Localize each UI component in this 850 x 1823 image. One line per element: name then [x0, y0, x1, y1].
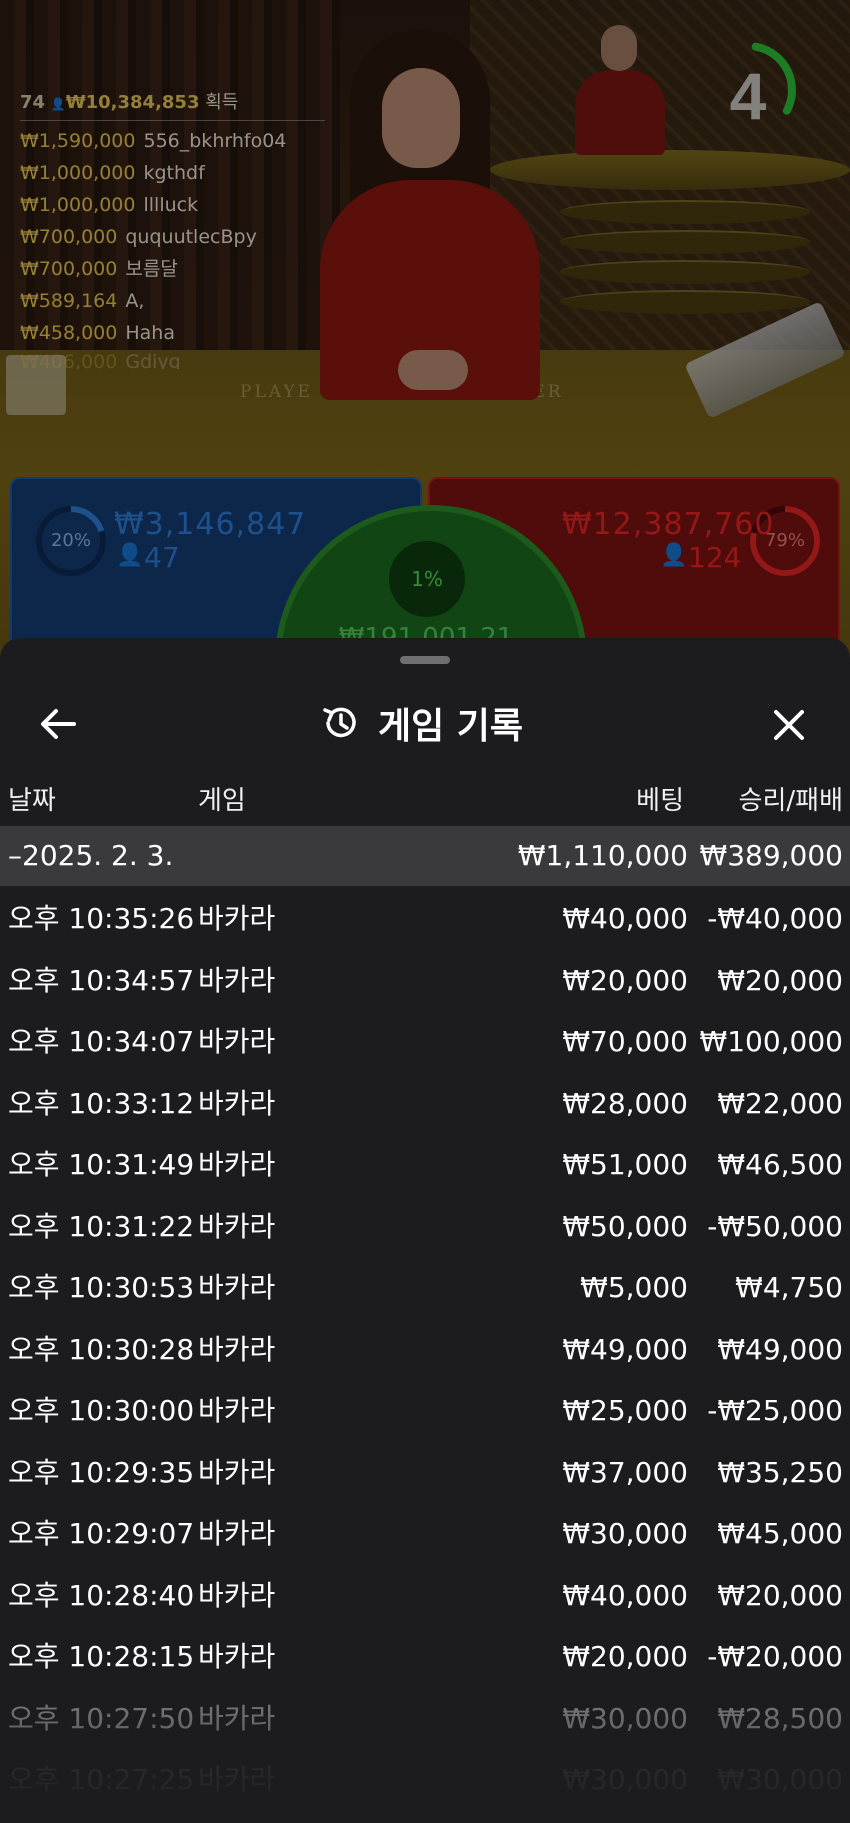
column-date: 날짜	[8, 786, 56, 816]
row-result: ₩30,000	[717, 1763, 843, 1796]
row-result: ₩4,750	[735, 1271, 843, 1304]
modal-overlay[interactable]	[0, 0, 850, 660]
row-game: 바카라	[198, 1394, 276, 1427]
row-bet: ₩51,000	[562, 1148, 688, 1181]
close-icon	[774, 710, 804, 740]
row-game: 바카라	[198, 1271, 276, 1304]
history-row[interactable]: 오후 10:30:00 바카라 ₩25,000 -₩25,000	[0, 1380, 850, 1442]
history-row[interactable]: 오후 10:27:50 바카라 ₩30,000 ₩28,500	[0, 1688, 850, 1750]
row-result: ₩20,000	[717, 1578, 843, 1612]
group-bet-total: ₩1,110,000	[517, 839, 688, 872]
row-time: 오후 10:29:35	[8, 1455, 195, 1489]
row-time: 오후 10:28:40	[8, 1578, 195, 1612]
row-time: 오후 10:31:49	[8, 1148, 195, 1181]
row-result: -₩20,000	[707, 1640, 843, 1673]
row-bet: ₩50,000	[562, 1209, 688, 1243]
row-time: 오후 10:30:00	[8, 1394, 195, 1427]
column-headers: 날짜 게임 베팅 승리/패배	[0, 780, 850, 820]
row-game: 바카라	[198, 1701, 276, 1735]
history-row[interactable]: 오후 10:35:26 바카라 ₩40,000 -₩40,000	[0, 888, 850, 950]
back-button[interactable]	[34, 702, 86, 746]
group-date: –2025. 2. 3.	[8, 839, 174, 872]
row-time: 오후 10:27:50	[8, 1701, 195, 1735]
history-row[interactable]: 오후 10:30:53 바카라 ₩5,000 ₩4,750	[0, 1257, 850, 1319]
column-result: 승리/패배	[738, 786, 843, 816]
history-row[interactable]: 오후 10:31:49 바카라 ₩51,000 ₩46,500	[0, 1134, 850, 1196]
row-result: ₩28,500	[717, 1701, 843, 1735]
history-row[interactable]: 오후 10:30:28 바카라 ₩49,000 ₩49,000	[0, 1319, 850, 1381]
row-time: 오후 10:30:53	[8, 1271, 195, 1304]
history-row[interactable]: 오후 10:28:40 바카라 ₩40,000 ₩20,000	[0, 1565, 850, 1627]
sheet-title: 게임 기록	[320, 698, 523, 748]
row-game: 바카라	[198, 1086, 276, 1120]
game-history-sheet: 게임 기록 날짜 게임 베팅 승리/패배 –2025. 2. 3. ₩1,110…	[0, 638, 850, 1823]
history-row[interactable]: 오후 10:28:15 바카라 ₩20,000 -₩20,000	[0, 1626, 850, 1688]
arrow-left-icon	[41, 709, 76, 739]
row-bet: ₩37,000	[562, 1455, 688, 1489]
column-bet: 베팅	[636, 786, 684, 816]
row-bet: ₩20,000	[562, 963, 688, 997]
close-button[interactable]	[764, 700, 814, 750]
row-bet: ₩25,000	[562, 1394, 688, 1427]
row-result: ₩35,250	[717, 1455, 843, 1489]
row-game: 바카라	[198, 1148, 276, 1181]
row-time: 오후 10:31:22	[8, 1209, 195, 1243]
history-icon	[323, 707, 356, 738]
history-row[interactable]: 오후 10:34:57 바카라 ₩20,000 ₩20,000	[0, 950, 850, 1012]
row-bet: ₩30,000	[562, 1763, 688, 1796]
row-game: 바카라	[198, 1455, 276, 1489]
row-bet: ₩49,000	[562, 1332, 688, 1366]
row-game: 바카라	[198, 1025, 276, 1058]
row-result: ₩46,500	[717, 1148, 843, 1181]
column-game: 게임	[198, 786, 246, 816]
row-bet: ₩5,000	[580, 1271, 688, 1304]
history-row[interactable]: 오후 10:33:12 바카라 ₩28,000 ₩22,000	[0, 1073, 850, 1135]
row-result: ₩22,000	[717, 1086, 843, 1120]
row-game: 바카라	[198, 1763, 276, 1796]
history-row[interactable]: 오후 10:34:07 바카라 ₩70,000 ₩100,000	[0, 1011, 850, 1073]
row-result: ₩20,000	[717, 963, 843, 997]
drag-handle[interactable]	[400, 656, 450, 664]
row-game: 바카라	[198, 1209, 276, 1243]
history-row[interactable]: 오후 10:31:22 바카라 ₩50,000 -₩50,000	[0, 1196, 850, 1258]
history-row[interactable]: 오후 10:29:35 바카라 ₩37,000 ₩35,250	[0, 1442, 850, 1504]
row-game: 바카라	[198, 963, 276, 997]
row-game: 바카라	[198, 1517, 276, 1550]
history-list: 오후 10:35:26 바카라 ₩40,000 -₩40,000 오후 10:34:57…	[0, 888, 850, 1811]
row-time: 오후 10:35:26	[8, 902, 195, 935]
row-result: ₩100,000	[699, 1025, 843, 1058]
row-time: 오후 10:30:28	[8, 1332, 195, 1366]
row-bet: ₩40,000	[562, 902, 688, 935]
row-bet: ₩30,000	[562, 1517, 688, 1550]
row-game: 바카라	[198, 1332, 276, 1366]
row-game: 바카라	[198, 1640, 276, 1673]
row-time: 오후 10:34:57	[8, 963, 195, 997]
date-group-row[interactable]: –2025. 2. 3. ₩1,110,000 ₩389,000	[0, 826, 850, 886]
row-game: 바카라	[198, 1578, 276, 1612]
sheet-title-text: 게임 기록	[378, 706, 524, 747]
row-time: 오후 10:29:07	[8, 1517, 195, 1550]
history-row[interactable]: 오후 10:29:07 바카라 ₩30,000 ₩45,000	[0, 1503, 850, 1565]
row-bet: ₩40,000	[562, 1578, 688, 1612]
row-time: 오후 10:34:07	[8, 1025, 195, 1058]
row-result: ₩45,000	[717, 1517, 843, 1550]
group-result-total: ₩389,000	[699, 839, 843, 872]
row-bet: ₩70,000	[562, 1025, 688, 1058]
row-time: 오후 10:28:15	[8, 1640, 195, 1673]
row-time: 오후 10:33:12	[8, 1086, 195, 1120]
row-bet: ₩28,000	[562, 1086, 688, 1120]
row-game: 바카라	[198, 902, 276, 935]
row-bet: ₩20,000	[562, 1640, 688, 1673]
sheet-header: 게임 기록	[0, 678, 850, 768]
row-result: ₩49,000	[717, 1332, 843, 1366]
row-time: 오후 10:27:25	[8, 1763, 195, 1796]
row-bet: ₩30,000	[562, 1701, 688, 1735]
row-result: -₩25,000	[707, 1394, 843, 1427]
row-result: -₩40,000	[707, 902, 843, 935]
history-row[interactable]: 오후 10:27:25 바카라 ₩30,000 ₩30,000	[0, 1749, 850, 1811]
row-result: -₩50,000	[707, 1209, 843, 1243]
